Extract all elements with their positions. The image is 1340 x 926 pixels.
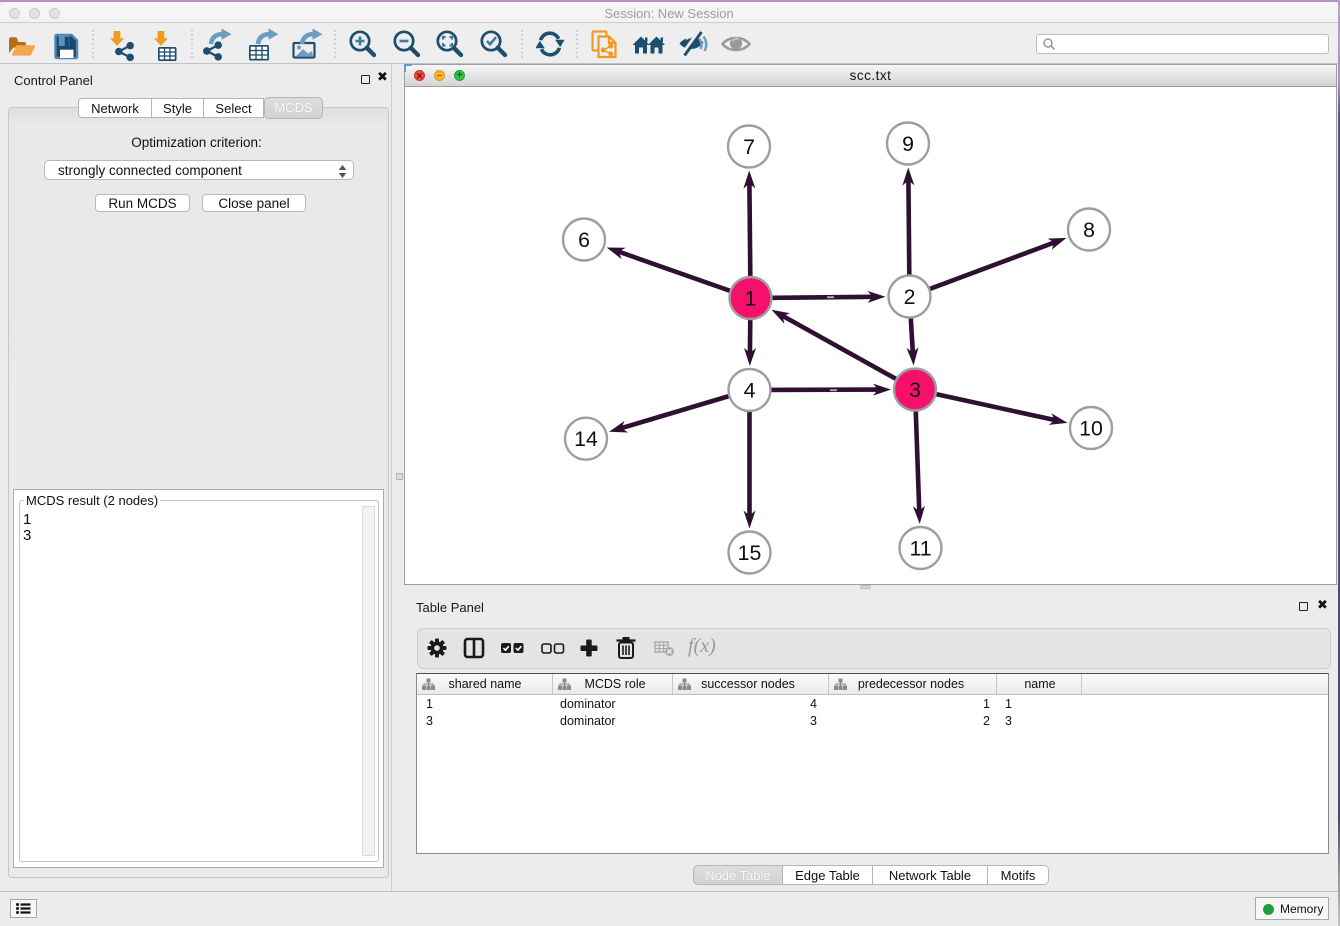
svg-text:1: 1	[745, 287, 757, 311]
svg-text:10: 10	[1079, 417, 1103, 441]
svg-text:2: 2	[904, 285, 916, 309]
svg-text:6: 6	[578, 228, 590, 252]
svg-text:8: 8	[1083, 218, 1095, 242]
svg-text:14: 14	[574, 427, 598, 451]
svg-text:15: 15	[738, 541, 762, 565]
svg-text:9: 9	[902, 132, 914, 156]
svg-text:4: 4	[744, 379, 756, 403]
svg-text:7: 7	[743, 135, 755, 159]
svg-text:11: 11	[909, 537, 931, 561]
svg-text:3: 3	[909, 378, 921, 402]
